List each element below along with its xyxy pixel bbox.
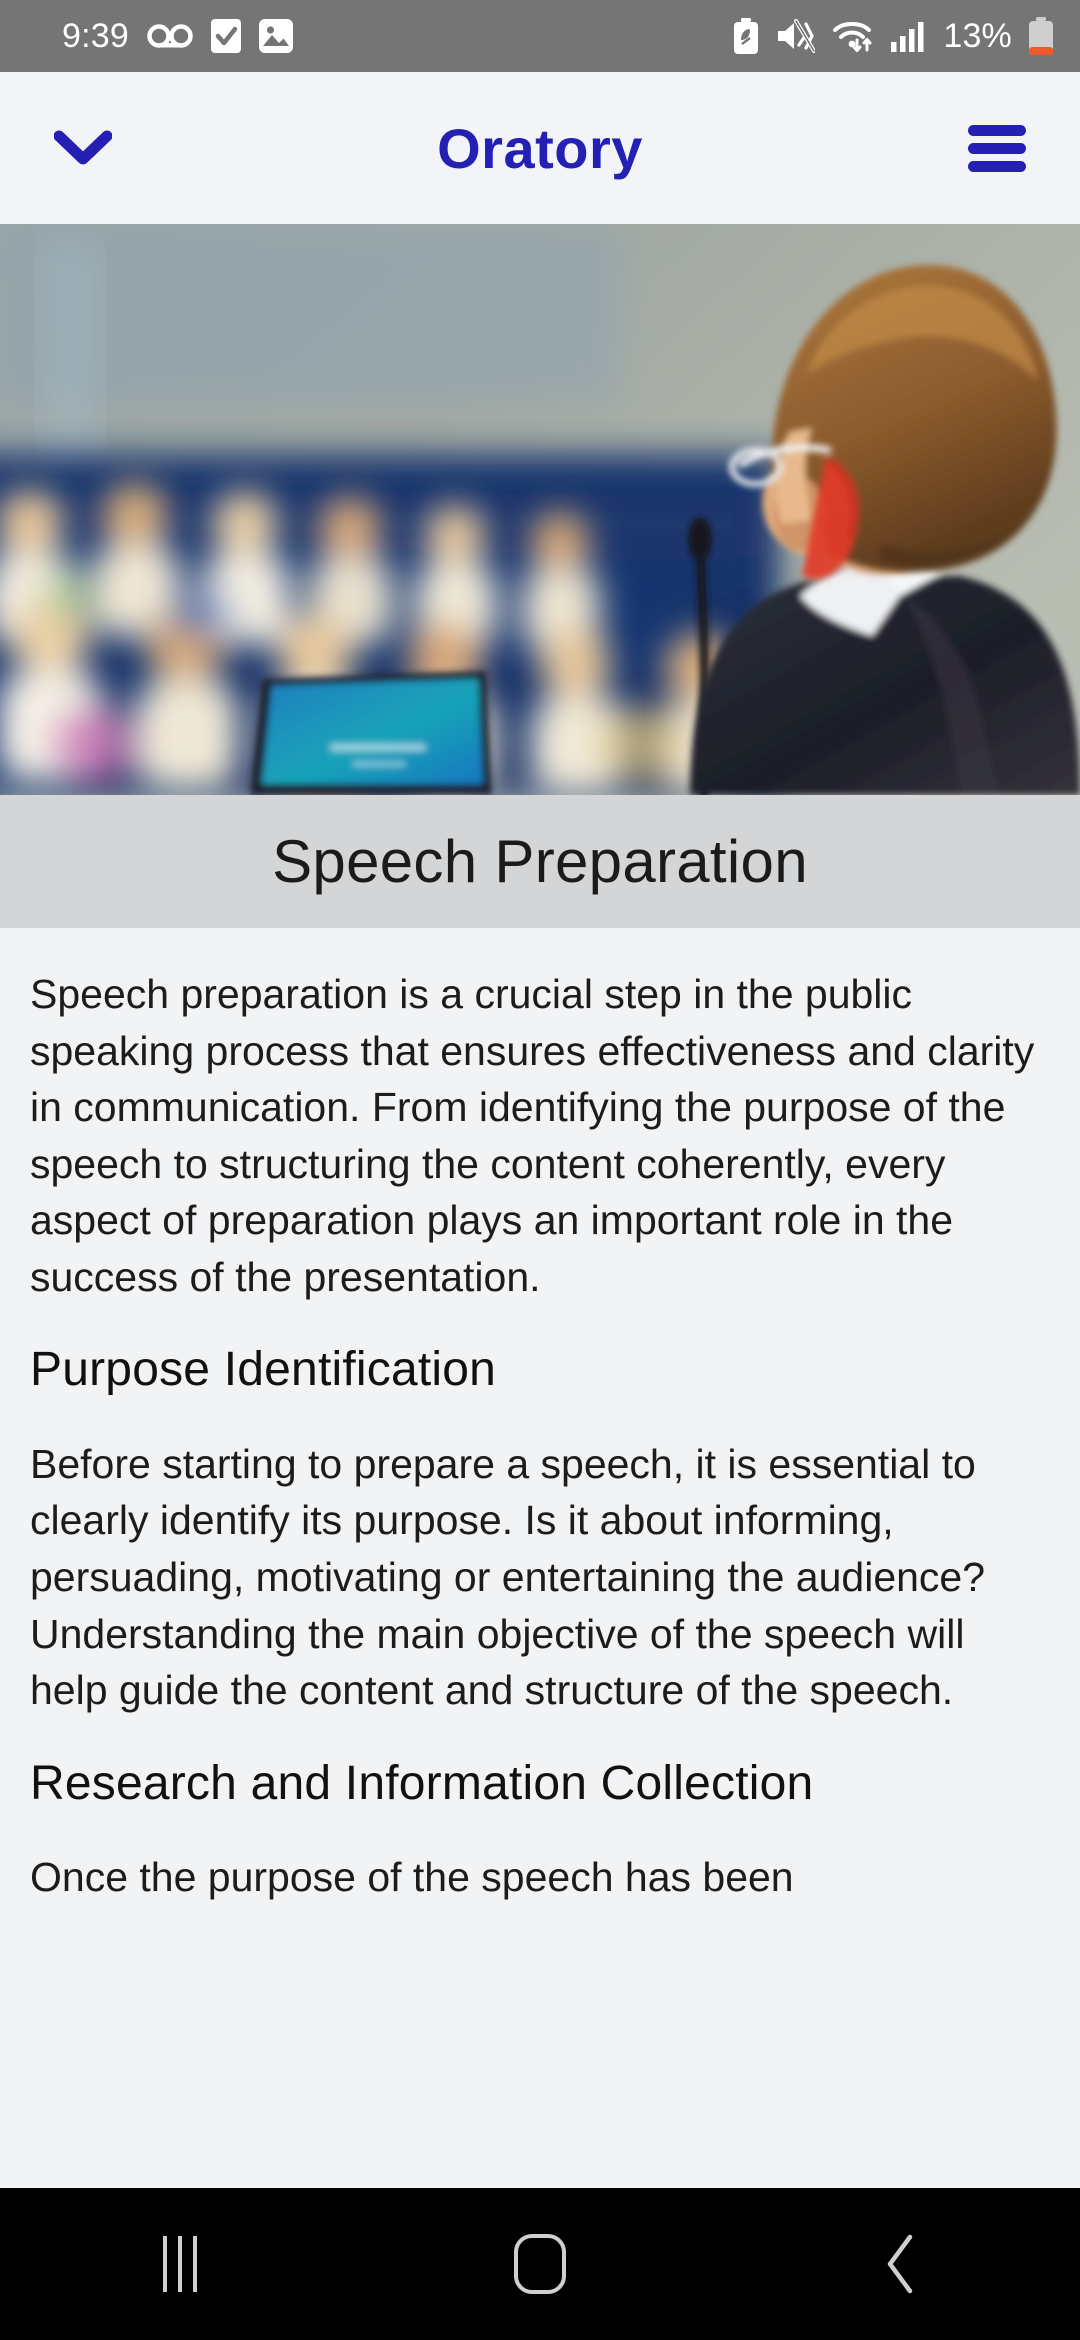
cellular-signal-icon [891, 22, 924, 52]
article-paragraph: Speech preparation is a crucial step in … [30, 971, 1035, 1300]
wifi-icon [833, 22, 872, 52]
article-content[interactable]: Speech preparation is a crucial step in … [0, 928, 1080, 2188]
hamburger-menu-button[interactable] [958, 109, 1036, 187]
article-heading: Purpose Identification [30, 1343, 497, 1397]
hero-image [0, 224, 1080, 795]
recents-icon [163, 2236, 197, 2292]
status-bar-clock: 9:39 [62, 17, 129, 55]
battery-percent-label: 13% [943, 17, 1012, 55]
battery-saver-icon [734, 18, 759, 54]
android-navigation-bar [0, 2188, 1080, 2340]
back-chevron-icon [887, 2234, 913, 2294]
battery-low-icon [1029, 17, 1053, 55]
page-title: Oratory [437, 116, 643, 180]
sound-vibrate-off-icon [778, 19, 816, 53]
back-button[interactable] [810, 2209, 990, 2319]
app-bar: Oratory [0, 72, 1080, 224]
gallery-image-icon [258, 19, 293, 53]
phone-screen: 9:39 13% Oratory Speech Preparation Spee… [0, 0, 1080, 2340]
article-heading: Research and Information Collection [30, 1756, 814, 1810]
home-button[interactable] [450, 2209, 630, 2319]
hamburger-menu-icon [968, 118, 1026, 179]
recents-button[interactable] [90, 2209, 270, 2319]
voicemail-icon [147, 24, 193, 48]
status-bar: 9:39 13% [0, 0, 1080, 72]
chevron-down-button[interactable] [44, 109, 122, 187]
status-bar-right: 13% [733, 17, 1054, 55]
article-paragraph: Before starting to prepare a speech, it … [30, 1440, 986, 1714]
section-title-banner: Speech Preparation [0, 795, 1080, 928]
status-bar-left: 9:39 [62, 19, 293, 53]
tasks-checkbox-icon [210, 19, 241, 53]
section-title: Speech Preparation [272, 828, 808, 895]
article-paragraph: Once the purpose of the speech has been [30, 1854, 794, 1901]
home-icon [514, 2234, 566, 2294]
hero-illustration [0, 224, 1080, 795]
chevron-down-icon [54, 130, 112, 165]
